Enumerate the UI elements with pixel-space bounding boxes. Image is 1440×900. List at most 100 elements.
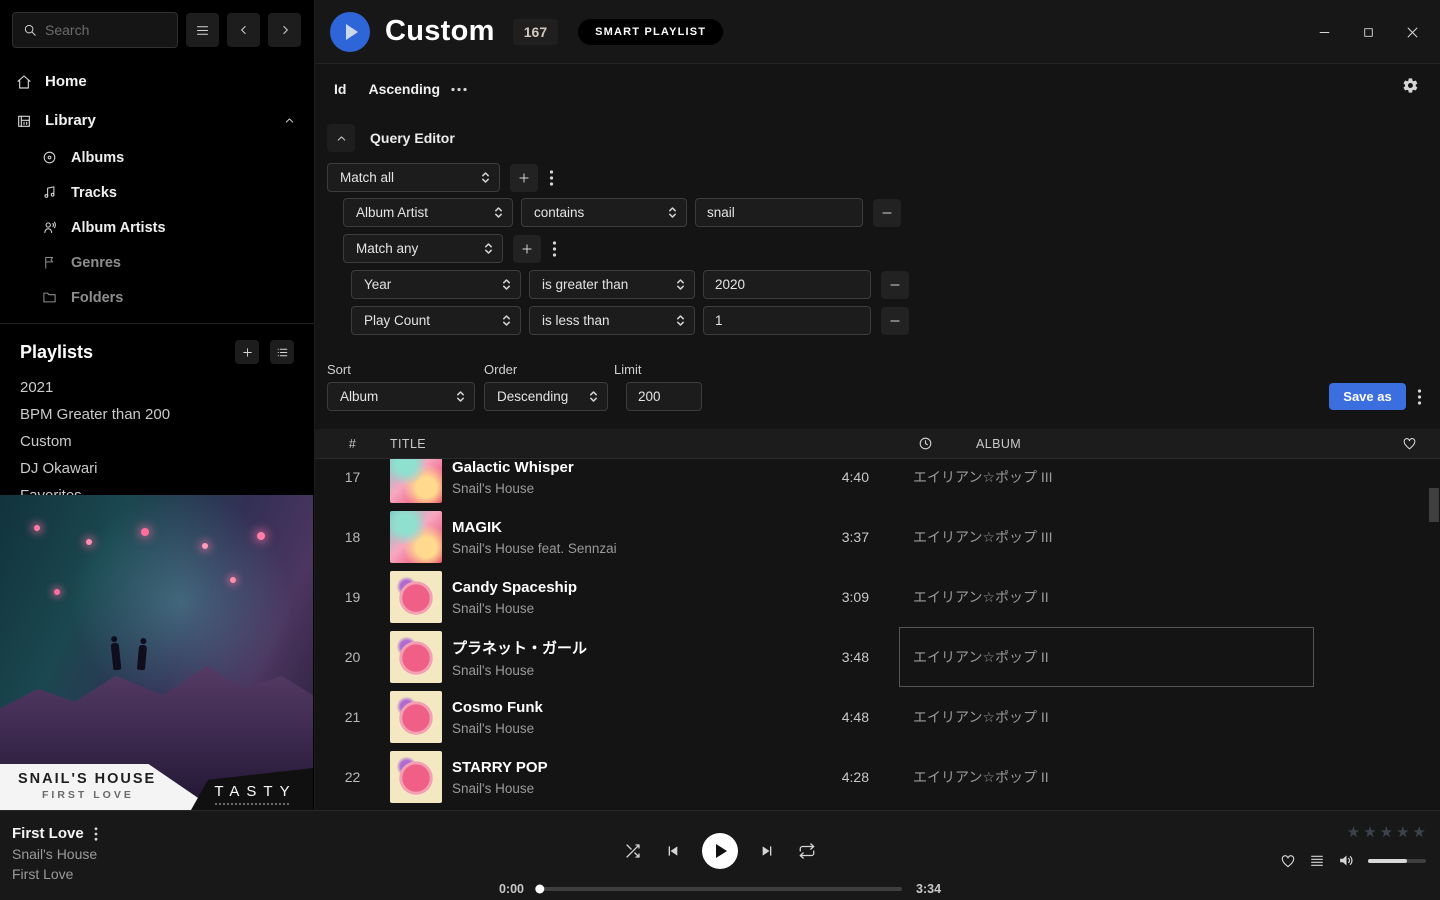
favorite-button[interactable]	[1280, 853, 1296, 869]
group-options-button[interactable]	[549, 170, 554, 186]
playlist-item[interactable]: BPM Greater than 200	[0, 401, 314, 428]
chevron-up-icon[interactable]	[283, 114, 296, 127]
column-header-album[interactable]: ALBUM	[963, 437, 1378, 451]
save-as-button[interactable]: Save as	[1329, 383, 1406, 410]
track-duration: 4:28	[803, 769, 873, 785]
track-album-cell[interactable]: エイリアン☆ポップ II	[899, 627, 1314, 687]
sidebar-item-genres[interactable]: Genres	[0, 245, 314, 280]
add-rule-button[interactable]	[510, 164, 538, 192]
column-header-index[interactable]: #	[315, 437, 390, 451]
remove-rule-button[interactable]	[873, 199, 901, 227]
repeat-button[interactable]	[798, 842, 816, 860]
queue-button[interactable]	[1309, 853, 1325, 869]
track-album-cell[interactable]: エイリアン☆ポップ III	[899, 507, 1314, 567]
next-button[interactable]	[760, 843, 776, 859]
shuffle-button[interactable]	[624, 842, 642, 860]
volume-button[interactable]	[1338, 852, 1355, 869]
rule-operator-select[interactable]: is less than	[529, 306, 695, 335]
playlist-list-button[interactable]	[270, 340, 294, 364]
order-select[interactable]: Descending	[484, 382, 608, 411]
rule-field-select[interactable]: Year	[351, 270, 521, 299]
maximize-button[interactable]	[1354, 18, 1382, 46]
track-duration: 3:37	[803, 529, 873, 545]
playlist-list: 2021BPM Greater than 200CustomDJ Okawari…	[0, 374, 314, 509]
remove-rule-button[interactable]	[881, 271, 909, 299]
more-options-button[interactable]	[451, 87, 467, 92]
track-row[interactable]: 19 Candy Spaceship Snail's House 3:09 エイ…	[315, 567, 1440, 627]
settings-button[interactable]	[1402, 77, 1419, 97]
playlist-item[interactable]: 2021	[0, 374, 314, 401]
add-playlist-button[interactable]	[235, 340, 259, 364]
limit-input[interactable]	[626, 382, 702, 411]
column-header-duration[interactable]	[867, 436, 937, 451]
previous-button[interactable]	[664, 843, 680, 859]
rule-value-input[interactable]	[703, 270, 871, 299]
now-playing-options-button[interactable]	[94, 827, 98, 841]
play-playlist-button[interactable]	[330, 12, 370, 52]
track-row[interactable]: 17 Galactic Whisper Snail's House 4:40 エ…	[315, 459, 1440, 507]
track-row[interactable]: 20 プラネット・ガール Snail's House 3:48 エイリアン☆ポッ…	[315, 627, 1440, 687]
save-options-button[interactable]	[1417, 389, 1422, 405]
sort-order-button[interactable]: Ascending	[368, 81, 440, 97]
plus-icon	[520, 242, 534, 256]
menu-button[interactable]	[186, 13, 219, 47]
sort-select[interactable]: Album	[327, 382, 475, 411]
plus-icon	[517, 171, 531, 185]
collapse-query-editor-button[interactable]	[327, 124, 355, 152]
sidebar-item-tracks[interactable]: Tracks	[0, 175, 314, 210]
rule-value-input[interactable]	[703, 306, 871, 335]
match-type-select[interactable]: Match all	[327, 163, 500, 192]
nav-back-button[interactable]	[227, 13, 260, 47]
seek-slider[interactable]	[538, 887, 902, 891]
rule-operator-select[interactable]: is greater than	[529, 270, 695, 299]
sidebar-item-album-artists[interactable]: Album Artists	[0, 210, 314, 245]
select-value: Play Count	[364, 313, 430, 328]
track-row[interactable]: 21 Cosmo Funk Snail's House 4:48 エイリアン☆ポ…	[315, 687, 1440, 747]
play-pause-button[interactable]	[702, 833, 738, 869]
track-album-cell[interactable]: エイリアン☆ポップ III	[899, 459, 1314, 507]
sidebar-item-library[interactable]: Library	[0, 101, 314, 140]
rule-field-select[interactable]: Album Artist	[343, 198, 513, 227]
search-box[interactable]	[12, 12, 178, 48]
volume-slider[interactable]	[1368, 859, 1426, 863]
star-icon[interactable]: ★	[1363, 825, 1376, 841]
sidebar-item-folders[interactable]: Folders	[0, 280, 314, 315]
list-toolbar: Id Ascending	[315, 64, 1440, 114]
sort-field-button[interactable]: Id	[334, 81, 346, 97]
scrollbar-thumb[interactable]	[1429, 488, 1439, 522]
add-rule-button[interactable]	[513, 235, 541, 263]
playlist-item[interactable]: Custom	[0, 428, 314, 455]
star-icon[interactable]: ★	[1380, 825, 1393, 841]
track-album-cell[interactable]: エイリアン☆ポップ II	[899, 687, 1314, 747]
track-row[interactable]: 18 MAGIK Snail's House feat. Sennzai 3:3…	[315, 507, 1440, 567]
sidebar-item-home[interactable]: Home	[0, 62, 314, 101]
rule-value-input[interactable]	[695, 198, 863, 227]
cover-figure	[111, 643, 122, 671]
playlist-item[interactable]: DJ Okawari	[0, 455, 314, 482]
rule-field-select[interactable]: Play Count	[351, 306, 521, 335]
minus-icon	[880, 206, 894, 220]
track-album-cell[interactable]: エイリアン☆ポップ II	[899, 567, 1314, 627]
column-header-title[interactable]: TITLE	[390, 437, 867, 451]
remove-rule-button[interactable]	[881, 307, 909, 335]
minimize-button[interactable]	[1310, 18, 1338, 46]
close-button[interactable]	[1398, 18, 1426, 46]
select-value: is greater than	[542, 277, 628, 292]
track-artist: Snail's House	[452, 781, 803, 796]
column-header-favorite[interactable]	[1378, 436, 1440, 451]
search-input[interactable]	[45, 22, 167, 38]
seek-knob[interactable]	[535, 885, 544, 894]
rule-operator-select[interactable]: contains	[521, 198, 687, 227]
star-icon[interactable]: ★	[1347, 825, 1360, 841]
track-title: MAGIK	[452, 519, 803, 536]
track-album-cell[interactable]: エイリアン☆ポップ II	[899, 747, 1314, 807]
time-elapsed: 0:00	[490, 882, 524, 896]
group-options-button[interactable]	[552, 241, 557, 257]
sidebar-item-albums[interactable]: Albums	[0, 140, 314, 175]
nav-forward-button[interactable]	[268, 13, 301, 47]
star-icon[interactable]: ★	[1396, 825, 1409, 841]
track-index: 20	[315, 649, 390, 665]
track-row[interactable]: 22 STARRY POP Snail's House 4:28 エイリアン☆ポ…	[315, 747, 1440, 807]
subgroup-match-type-select[interactable]: Match any	[343, 234, 503, 263]
star-icon[interactable]: ★	[1413, 825, 1426, 841]
